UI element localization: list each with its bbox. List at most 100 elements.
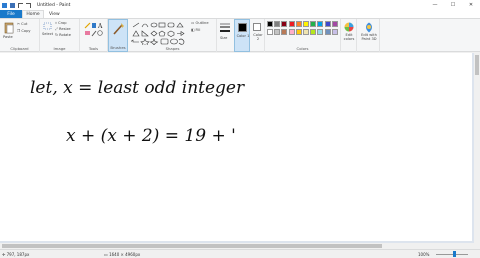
handwritten-line-1: let, x = least odd integer <box>30 78 245 98</box>
palette-swatch[interactable] <box>317 21 324 27</box>
tab-view[interactable]: View <box>44 10 65 18</box>
brush-icon <box>113 23 124 35</box>
canvas-workspace: let, x = least odd integer x + (x + 2) =… <box>0 53 474 243</box>
ribbon: Paste ✂ Cut ❐ Copy Clipboard Select ⌗ Cr… <box>0 19 480 52</box>
undo-icon[interactable] <box>18 2 23 8</box>
color2-swatch <box>253 23 261 31</box>
color1-swatch <box>238 23 247 32</box>
resize-button[interactable]: ⤢ Resize <box>55 27 71 31</box>
select-icon[interactable] <box>43 22 52 32</box>
tab-file[interactable]: File <box>0 10 22 18</box>
palette-swatch[interactable] <box>331 28 338 35</box>
palette-swatch[interactable] <box>324 28 331 35</box>
minimize-button[interactable]: — <box>426 0 444 10</box>
palette-swatch[interactable] <box>288 21 295 27</box>
shapes-gallery[interactable] <box>131 21 187 45</box>
color2-label: Color 2 <box>253 33 263 41</box>
tools-group-label: Tools <box>88 46 99 51</box>
paste-icon[interactable] <box>4 22 14 34</box>
size-button[interactable]: Size <box>217 19 233 52</box>
vertical-scroll-thumb[interactable] <box>475 55 479 75</box>
crop-label: Crop <box>58 21 67 25</box>
image-size-value: 1640 × 4960px <box>109 252 141 257</box>
brushes-button[interactable]: Brushes <box>108 19 128 52</box>
paste-button[interactable]: Paste <box>3 35 13 39</box>
paint3d-button[interactable]: Edit with Paint 3D <box>358 19 380 52</box>
paint-app-icon <box>2 2 7 8</box>
paint3d-label: Edit with Paint 3D <box>361 33 377 41</box>
palette-swatch[interactable] <box>310 21 317 27</box>
palette-swatch[interactable] <box>295 28 302 35</box>
palette-swatch[interactable] <box>274 28 281 35</box>
palette-swatch[interactable] <box>310 28 317 35</box>
tab-home[interactable]: Home <box>22 10 44 18</box>
save-icon[interactable] <box>10 2 15 8</box>
vertical-scrollbar[interactable] <box>474 53 480 243</box>
edit-colors-label: Edit colors <box>343 33 355 41</box>
select-button[interactable]: Select <box>42 32 53 36</box>
status-bar: ✛ 797, 187px ▭ 1640 × 4960px 100% <box>0 249 480 258</box>
brushes-label: Brushes <box>110 45 126 50</box>
handwritten-line-2: x + (x + 2) = 19 + ' <box>66 126 236 146</box>
color2-button[interactable]: Color 2 <box>251 19 265 52</box>
paint3d-icon <box>366 22 372 33</box>
color1-label: Color 1 <box>236 34 250 38</box>
cursor-position: ✛ 797, 187px <box>2 252 30 257</box>
image-group-label: Image <box>53 46 66 51</box>
rotate-button[interactable]: ↻ Rotate <box>55 33 71 37</box>
palette-swatch[interactable] <box>303 28 309 35</box>
palette-swatch[interactable] <box>267 28 273 35</box>
maximize-button[interactable]: ☐ <box>444 0 462 10</box>
ribbon-tabs: File Home View <box>0 10 480 19</box>
drawing-canvas[interactable]: let, x = least odd integer x + (x + 2) =… <box>0 53 472 241</box>
clipboard-group-label: Clipboard <box>10 46 29 51</box>
size-label: Size <box>220 36 228 40</box>
zoom-slider-thumb[interactable] <box>453 251 456 257</box>
shapes-group-label: Shapes <box>165 46 180 51</box>
horizontal-scroll-thumb[interactable] <box>2 244 382 248</box>
window-title: Untitled - Paint <box>37 2 71 8</box>
palette-swatch[interactable] <box>288 28 295 35</box>
paint-window: Untitled - Paint — ☐ ✕ File Home View Pa… <box>0 0 480 258</box>
copy-button[interactable]: ❐ Copy <box>17 29 31 33</box>
line-size-icon <box>220 23 230 32</box>
rotate-label: Rotate <box>59 33 71 37</box>
palette-swatch[interactable] <box>324 21 331 27</box>
palette-swatch[interactable] <box>281 21 288 27</box>
title-bar: Untitled - Paint — ☐ ✕ <box>0 0 480 10</box>
palette-swatch[interactable] <box>303 21 309 27</box>
resize-label: Resize <box>59 27 71 31</box>
color-wheel-icon <box>344 22 354 32</box>
tools-group: A Tools <box>80 19 108 52</box>
zoom-level: 100% <box>418 252 430 257</box>
palette-swatch[interactable] <box>331 21 338 27</box>
quick-access-toolbar <box>0 2 31 8</box>
palette-swatch[interactable] <box>267 21 273 27</box>
palette-swatch[interactable] <box>295 21 302 27</box>
color1-button[interactable]: Color 1 <box>234 19 250 52</box>
cut-label: Cut <box>21 22 28 26</box>
palette-swatch[interactable] <box>317 28 324 35</box>
window-controls: — ☐ ✕ <box>426 0 480 10</box>
outline-dropdown[interactable]: ▭ Outline <box>191 21 209 25</box>
handwriting-layer: let, x = least odd integer x + (x + 2) =… <box>30 78 245 146</box>
zoom-slider-track[interactable] <box>436 253 468 255</box>
edit-colors-button[interactable]: Edit colors <box>341 19 357 52</box>
shapes-group: ▭ Outline ◧ Fill Shapes <box>129 19 217 52</box>
clipboard-group: Paste ✂ Cut ❐ Copy Clipboard <box>0 19 40 52</box>
tools-icons[interactable]: A <box>84 22 104 38</box>
redo-icon[interactable] <box>26 2 31 8</box>
palette-swatch[interactable] <box>281 28 288 35</box>
copy-label: Copy <box>21 29 31 33</box>
fill-dropdown[interactable]: ◧ Fill <box>191 28 200 32</box>
cursor-position-value: 797, 187px <box>6 252 30 257</box>
cut-button[interactable]: ✂ Cut <box>17 22 27 26</box>
close-button[interactable]: ✕ <box>462 0 480 10</box>
colors-group: Colors <box>265 19 341 52</box>
image-group: Select ⌗ Crop ⤢ Resize ↻ Rotate Image <box>40 19 80 52</box>
outline-label: Outline <box>195 21 209 25</box>
palette-swatch[interactable] <box>274 21 281 27</box>
crop-button[interactable]: ⌗ Crop <box>55 21 67 25</box>
image-size: ▭ 1640 × 4960px <box>104 252 141 257</box>
colors-group-label: Colors <box>296 46 309 51</box>
